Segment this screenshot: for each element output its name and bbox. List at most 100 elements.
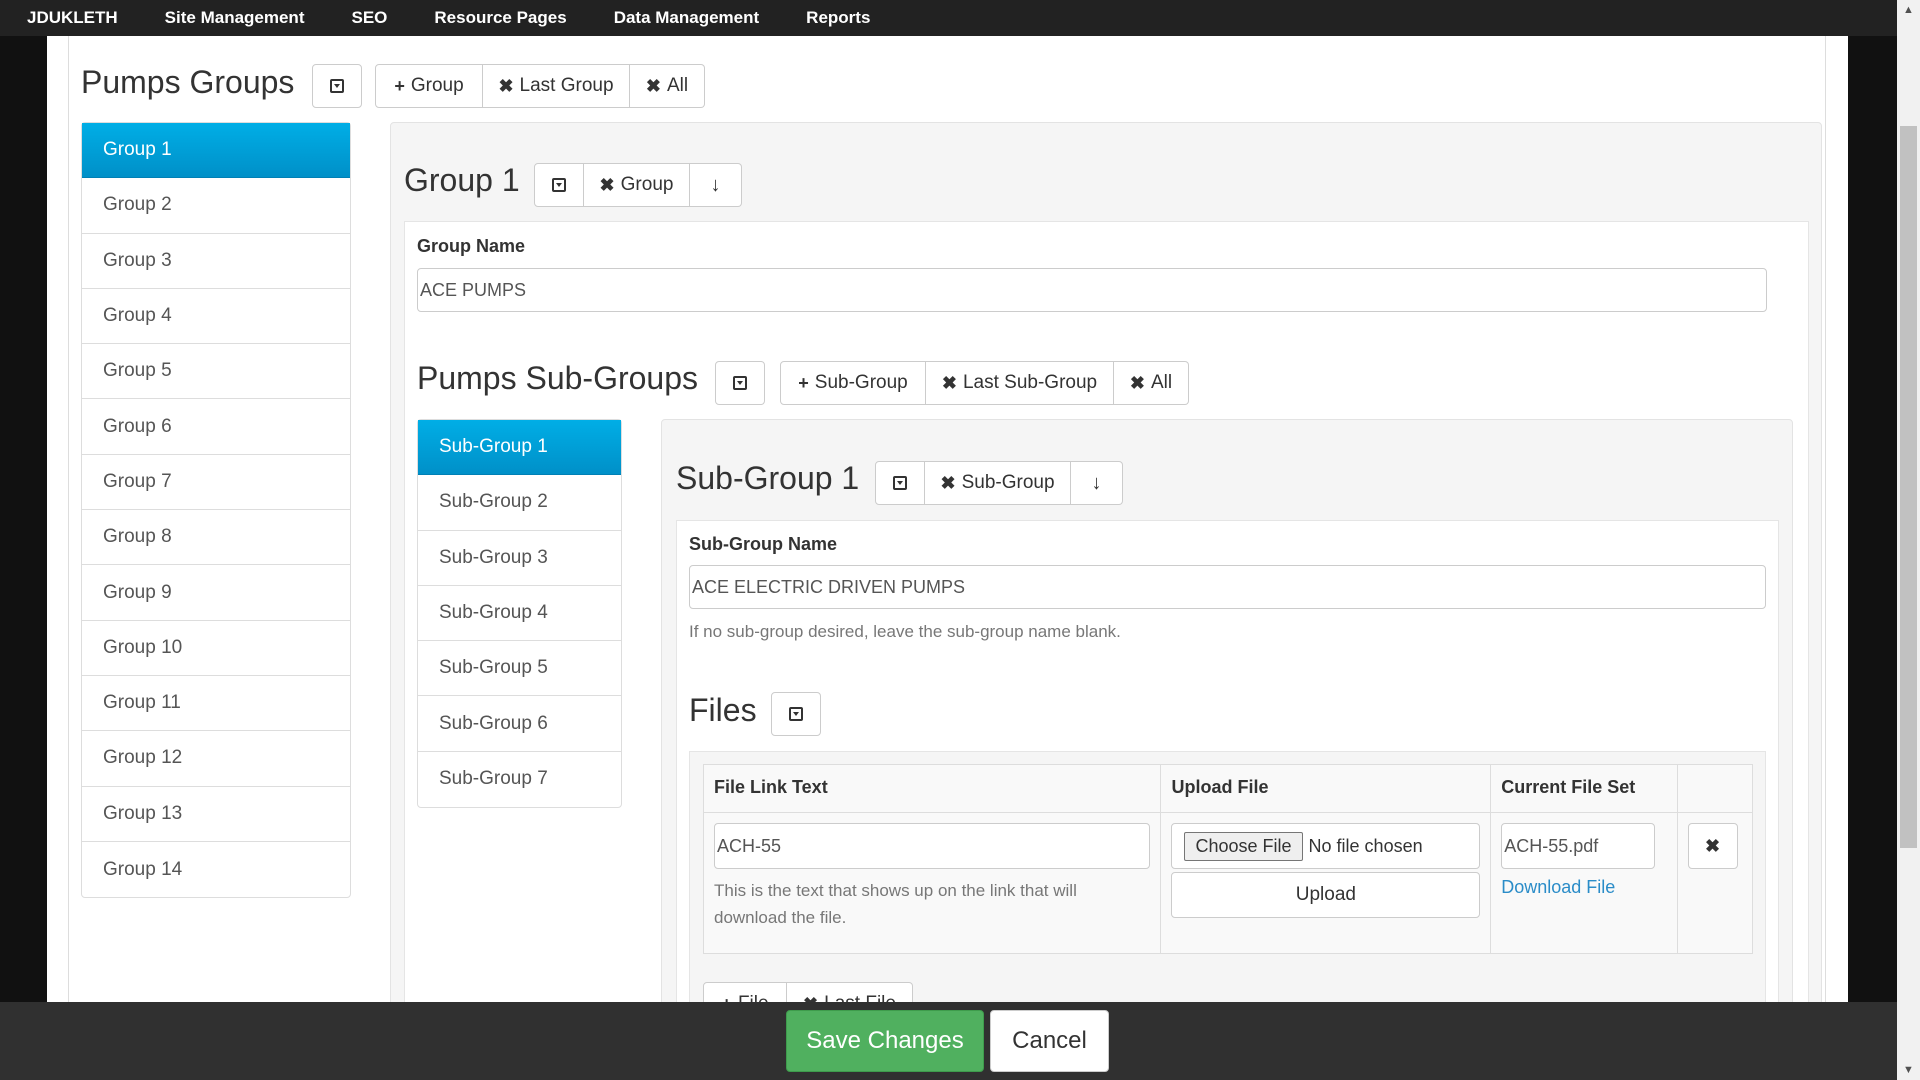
group-item-5[interactable]: Group 5 bbox=[82, 344, 350, 400]
plus-icon: + bbox=[394, 75, 405, 96]
remove-last-group-button[interactable]: ✖ Last Group bbox=[483, 64, 630, 108]
remove-last-subgroup-button[interactable]: ✖ Last Sub-Group bbox=[926, 361, 1114, 405]
subgroup-help-text: If no sub-group desired, leave the sub-g… bbox=[689, 622, 1121, 641]
group-item-10[interactable]: Group 10 bbox=[82, 621, 350, 676]
subgroup-name-input[interactable]: ACE ELECTRIC DRIVEN PUMPS bbox=[689, 565, 1766, 609]
page-content: Pumps Groups + Group ✖ Last Group ✖ All Gro… bbox=[47, 36, 1848, 1002]
download-file-link[interactable]: Download File bbox=[1501, 877, 1666, 898]
group-item-12[interactable]: Group 12 bbox=[82, 731, 350, 787]
group-item-9[interactable]: Group 9 bbox=[82, 565, 350, 621]
subgroup-collapse-button[interactable] bbox=[875, 461, 925, 505]
subgroup-item-2[interactable]: Sub-Group 2 bbox=[418, 475, 621, 531]
remove-subgroup-button[interactable]: ✖ Sub-Group bbox=[925, 461, 1071, 505]
remove-all-subgroups-button[interactable]: ✖ All bbox=[1114, 361, 1189, 405]
file-picker[interactable]: Choose File No file chosen bbox=[1171, 823, 1481, 869]
scroll-down-icon[interactable]: ▼ bbox=[1897, 1060, 1920, 1080]
close-icon: ✖ bbox=[1705, 835, 1721, 856]
upload-cell: Choose File No file chosen Upload bbox=[1160, 812, 1492, 954]
group-item-6[interactable]: Group 6 bbox=[82, 399, 350, 455]
upload-button[interactable]: Upload bbox=[1171, 872, 1481, 918]
group-title: Group 1 bbox=[404, 162, 520, 198]
remove-cell: ✖ bbox=[1676, 812, 1754, 954]
scroll-thumb[interactable] bbox=[1900, 126, 1917, 848]
col-current-file-set: Current File Set bbox=[1490, 764, 1678, 813]
add-subgroup-button[interactable]: + Sub-Group bbox=[780, 361, 926, 405]
close-icon: ✖ bbox=[599, 174, 615, 195]
remove-all-groups-button[interactable]: ✖ All bbox=[630, 64, 705, 108]
brand-link[interactable]: JDUKLETH bbox=[27, 8, 118, 28]
nav-resource-pages[interactable]: Resource Pages bbox=[434, 8, 566, 28]
group-item-2[interactable]: Group 2 bbox=[82, 178, 350, 234]
group-collapse-button[interactable] bbox=[534, 163, 584, 207]
subgroup-item-7[interactable]: Sub-Group 7 bbox=[418, 752, 621, 807]
group-item-1[interactable]: Group 1 bbox=[82, 123, 350, 179]
group-item-8[interactable]: Group 8 bbox=[82, 510, 350, 566]
arrow-down-icon: ↓ bbox=[710, 173, 721, 196]
cancel-button[interactable]: Cancel bbox=[990, 1010, 1109, 1072]
remove-file-button[interactable]: ✖ bbox=[1687, 823, 1738, 869]
subgroups-actions: + Sub-Group ✖ Last Sub-Group ✖ All bbox=[780, 361, 1189, 405]
frame-left bbox=[0, 36, 47, 1002]
file-link-help: This is the text that shows up on the li… bbox=[714, 881, 1077, 927]
files-title: Files bbox=[689, 692, 757, 728]
group-name-input[interactable]: ACE PUMPS bbox=[417, 268, 1767, 312]
add-group-button[interactable]: + Group bbox=[375, 64, 483, 108]
subgroup-item-4[interactable]: Sub-Group 4 bbox=[418, 586, 621, 642]
no-file-text: No file chosen bbox=[1308, 835, 1423, 856]
nav-site-management[interactable]: Site Management bbox=[165, 8, 305, 28]
subgroup-actions: ✖ Sub-Group ↓ bbox=[875, 461, 1123, 505]
subgroup-item-3[interactable]: Sub-Group 3 bbox=[418, 531, 621, 586]
groups-list: Group 1 Group 2 Group 3 Group 4 Group 5 Group… bbox=[81, 122, 351, 899]
collapse-icon bbox=[330, 79, 344, 93]
move-down-button[interactable]: ↓ bbox=[690, 163, 742, 207]
scroll-up-icon[interactable]: ▲ bbox=[1897, 0, 1920, 20]
close-icon: ✖ bbox=[803, 994, 818, 1003]
collapse-icon bbox=[552, 178, 566, 192]
subgroup-item-6[interactable]: Sub-Group 6 bbox=[418, 696, 621, 752]
nav-reports[interactable]: Reports bbox=[806, 8, 870, 28]
plus-icon: + bbox=[798, 372, 809, 393]
page-scrollbar[interactable]: ▲ ▼ bbox=[1897, 0, 1920, 1080]
collapse-icon bbox=[789, 707, 803, 721]
current-file-input[interactable]: ACH-55.pdf bbox=[1501, 823, 1656, 869]
subgroup-title: Sub-Group 1 bbox=[676, 460, 860, 496]
remove-group-button[interactable]: ✖ Group bbox=[584, 163, 690, 207]
subgroup-item-5[interactable]: Sub-Group 5 bbox=[418, 641, 621, 697]
choose-file-button[interactable]: Choose File bbox=[1184, 831, 1303, 861]
files-collapse-button[interactable] bbox=[771, 692, 821, 736]
group-item-3[interactable]: Group 3 bbox=[82, 234, 350, 289]
current-file-cell: ACH-55.pdf Download File bbox=[1490, 812, 1678, 954]
group-item-4[interactable]: Group 4 bbox=[82, 289, 350, 345]
close-icon: ✖ bbox=[941, 372, 957, 393]
file-link-cell: ACH-55 This is the text that shows up on… bbox=[702, 812, 1162, 954]
groups-actions: + Group ✖ Last Group ✖ All bbox=[375, 64, 705, 108]
close-icon: ✖ bbox=[1129, 372, 1145, 393]
arrow-down-icon: ↓ bbox=[1091, 471, 1102, 494]
nav-data-management[interactable]: Data Management bbox=[614, 8, 759, 28]
group-item-13[interactable]: Group 13 bbox=[82, 787, 350, 842]
save-changes-button[interactable]: Save Changes bbox=[786, 1010, 984, 1072]
remove-last-file-button[interactable]: ✖Last File bbox=[787, 982, 913, 1002]
nav-seo[interactable]: SEO bbox=[351, 8, 387, 28]
subgroup-item-1[interactable]: Sub-Group 1 bbox=[418, 420, 621, 476]
move-down-button[interactable]: ↓ bbox=[1071, 461, 1123, 505]
group-actions: ✖ Group ↓ bbox=[534, 163, 742, 207]
subgroups-list: Sub-Group 1 Sub-Group 2 Sub-Group 3 Sub-Gro… bbox=[417, 419, 622, 809]
col-actions bbox=[1676, 764, 1754, 813]
subgroups-collapse-button[interactable] bbox=[715, 361, 765, 405]
group-item-11[interactable]: Group 11 bbox=[82, 676, 350, 732]
group-item-14[interactable]: Group 14 bbox=[82, 842, 350, 897]
top-navbar: JDUKLETH Site Management SEO Resource Pa… bbox=[0, 0, 1920, 36]
groups-collapse-button[interactable] bbox=[312, 64, 362, 108]
add-file-button[interactable]: +File bbox=[703, 982, 787, 1002]
close-icon: ✖ bbox=[940, 472, 956, 493]
col-upload-file: Upload File bbox=[1160, 764, 1492, 813]
groups-title: Pumps Groups bbox=[81, 64, 295, 100]
col-file-link-text: File Link Text bbox=[702, 764, 1162, 813]
close-icon: ✖ bbox=[645, 75, 661, 96]
close-icon: ✖ bbox=[498, 75, 514, 96]
file-row: ACH-55 This is the text that shows up on… bbox=[702, 812, 1754, 954]
subgroup-name-label: Sub-Group Name bbox=[689, 534, 838, 554]
group-item-7[interactable]: Group 7 bbox=[82, 455, 350, 511]
file-link-text-input[interactable]: ACH-55 bbox=[714, 823, 1151, 869]
